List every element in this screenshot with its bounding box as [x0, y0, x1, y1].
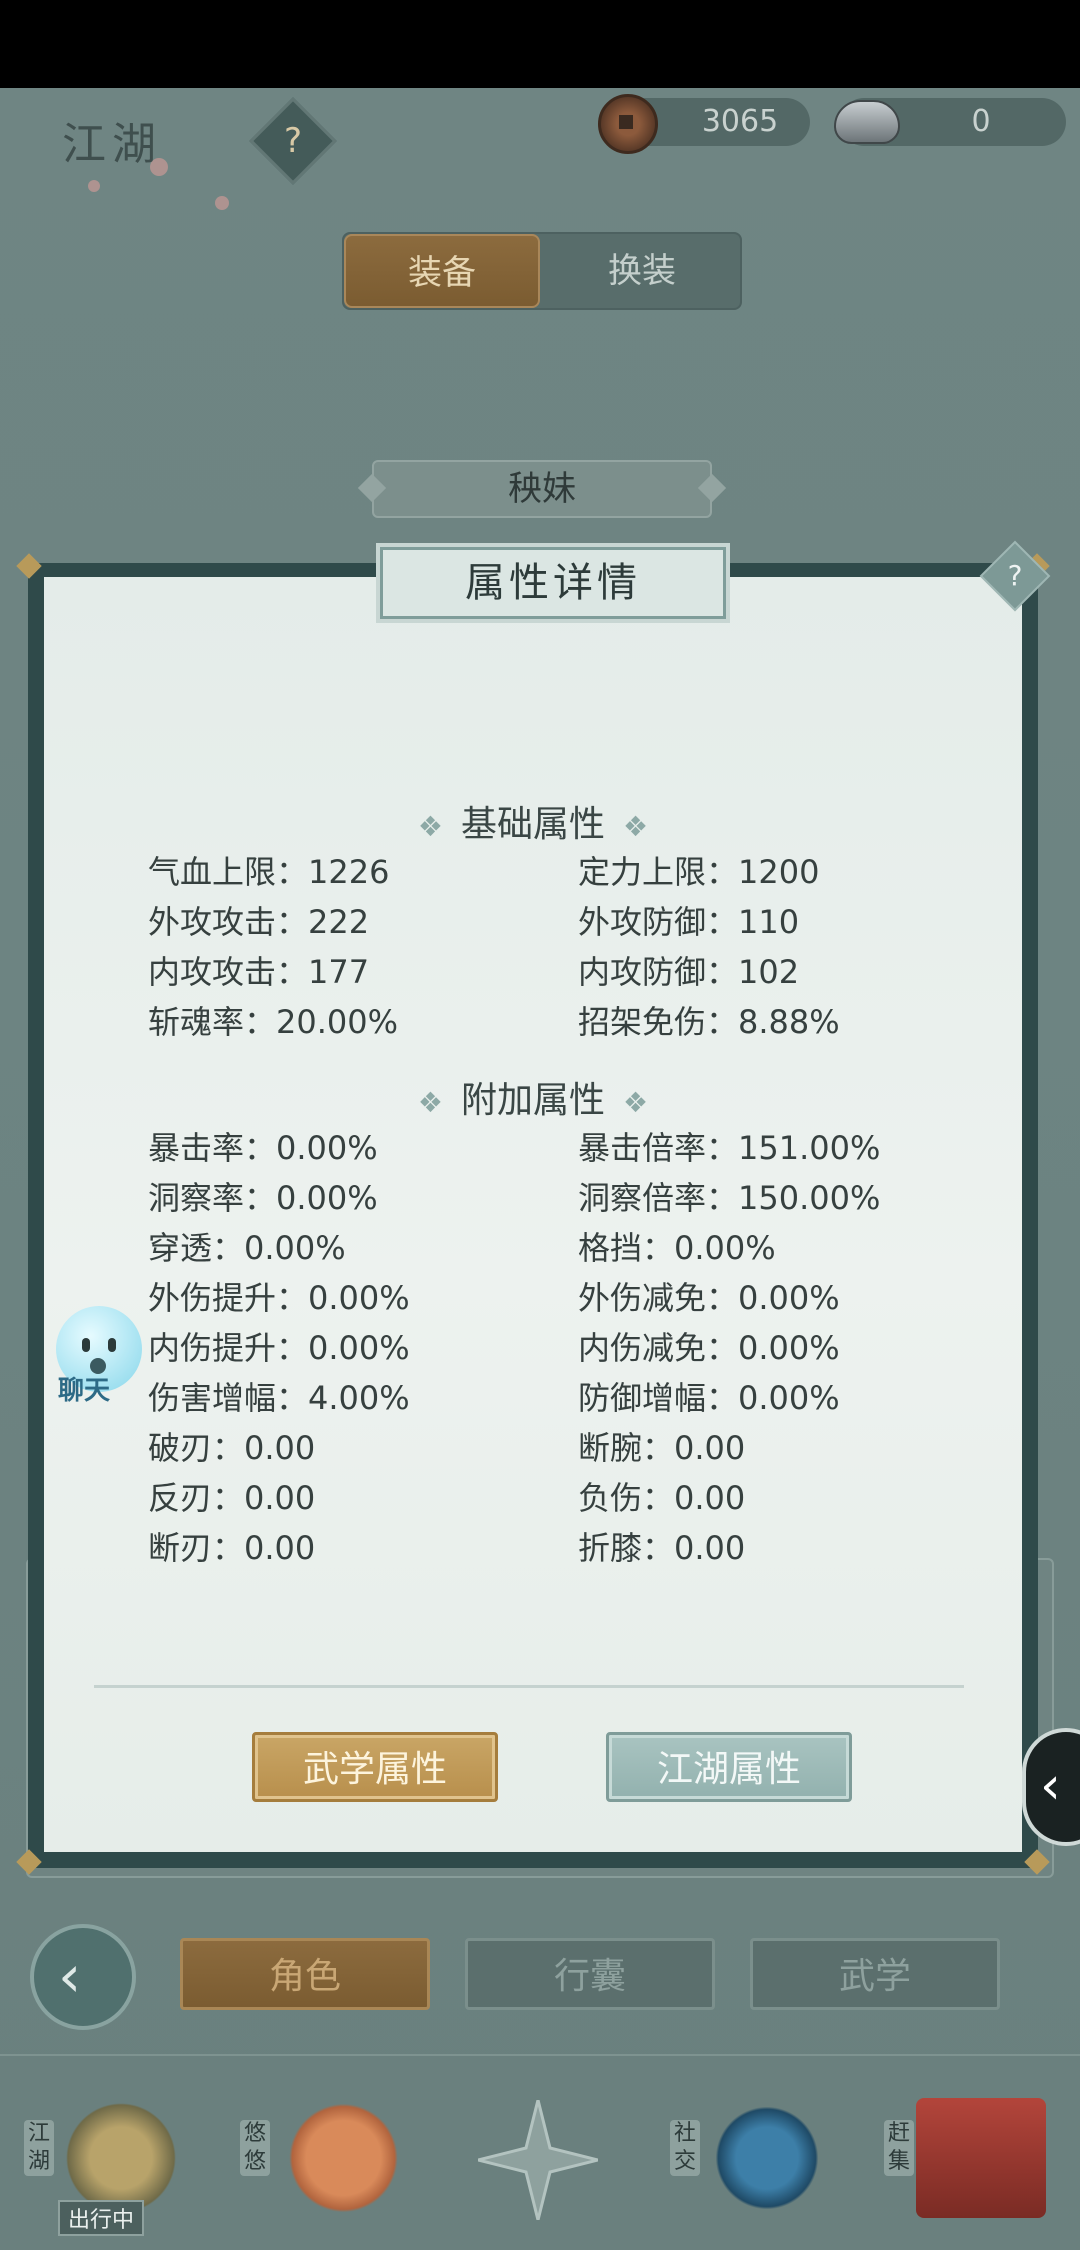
silver-currency[interactable]: 0 [834, 98, 1066, 146]
stat-item: 暴击倍率：151.00% [578, 1129, 881, 1167]
nav-inventory[interactable]: 行囊 [465, 1938, 715, 2010]
basic-attributes-title: 基础属性 [460, 804, 605, 845]
nav-martial-arts[interactable]: 武学 [750, 1938, 1000, 2010]
dock-jianghu-label: 江湖 [24, 2120, 54, 2176]
modal-help-button[interactable]: ? [979, 540, 1051, 612]
copper-coin-icon [598, 94, 658, 154]
traveling-status: 出行中 [58, 2200, 145, 2236]
divider [94, 1685, 964, 1688]
dock-market-label: 赶集 [884, 2120, 914, 2176]
back-arrow-icon: ‹ [58, 1942, 82, 2010]
stat-item: 气血上限：1226 [148, 853, 390, 891]
copper-currency[interactable]: 3065 [598, 94, 810, 154]
dock-market[interactable]: 赶集 [876, 2080, 1066, 2240]
app-root: 江湖 ? 3065 0 装备 换装 秧妹 属性详情 ? ❖ 基础属性 ❖ 气血上… [0, 88, 1080, 2250]
status-bar [0, 0, 1080, 88]
stat-item: 洞察率：0.00% [148, 1179, 378, 1217]
market-basket-icon [916, 2098, 1046, 2218]
stat-item: 外伤减免：0.00% [578, 1279, 840, 1317]
stat-item: 外攻攻击：222 [148, 903, 370, 941]
extra-attributes-heading: ❖ 附加属性 ❖ [44, 1071, 1022, 1123]
character-name: 秧妹 [372, 460, 712, 518]
corner-ornament [16, 553, 42, 579]
bottom-dock: 江湖 出行中 悠悠 社交 赶集 [0, 2054, 1080, 2250]
stat-item: 暴击率：0.00% [148, 1129, 378, 1167]
dock-social[interactable]: 社交 [662, 2080, 852, 2240]
dock-youyou[interactable]: 悠悠 [232, 2080, 422, 2240]
wave-art-icon [702, 2098, 832, 2218]
stat-item: 折膝：0.00 [578, 1529, 746, 1567]
stat-item: 破刃：0.00 [148, 1429, 316, 1467]
header: 江湖 ? 3065 0 [0, 88, 1080, 210]
silver-amount: 0 [971, 104, 991, 139]
basic-attributes-heading: ❖ 基础属性 ❖ [44, 795, 1022, 847]
mascot-eye [108, 1338, 116, 1352]
martial-attributes-button[interactable]: 武学属性 [252, 1732, 498, 1802]
stat-item: 断刃：0.00 [148, 1529, 316, 1567]
extra-attributes-title: 附加属性 [460, 1080, 605, 1121]
stat-item: 招架免伤：8.88% [578, 1003, 840, 1041]
chevron-left-icon: ‹ [1040, 1756, 1061, 1816]
question-icon: ? [1007, 559, 1023, 592]
question-icon: ? [283, 121, 303, 161]
copper-amount: 3065 [701, 104, 779, 139]
stat-item: 防御增幅：0.00% [578, 1379, 840, 1417]
modal-title: 属性详情 [380, 547, 726, 619]
modal-body: 属性详情 ? ❖ 基础属性 ❖ 气血上限：1226 定力上限：1200 外攻攻击：222… [44, 540, 1051, 1852]
blossom-decoration [88, 180, 100, 192]
tab-change-outfit[interactable]: 换装 [544, 234, 740, 308]
stat-item: 负伤：0.00 [578, 1479, 746, 1517]
stat-item: 穿透：0.00% [148, 1229, 346, 1267]
diamond-icon: ❖ [417, 810, 443, 843]
stat-item: 反刃：0.00 [148, 1479, 316, 1517]
compass-star-icon[interactable] [477, 2099, 599, 2221]
chat-button[interactable]: 聊天 [44, 1306, 148, 1410]
silver-ingot-icon [834, 100, 900, 144]
stat-item: 洞察倍率：150.00% [578, 1179, 881, 1217]
stat-item: 格挡：0.00% [578, 1229, 776, 1267]
page-title: 江湖 [62, 119, 162, 170]
back-button[interactable]: ‹ [30, 1924, 136, 2030]
mascot-eye [82, 1338, 90, 1352]
blossom-decoration [215, 196, 229, 210]
stat-item: 外伤提升：0.00% [148, 1279, 410, 1317]
stat-item: 内攻攻击：177 [148, 953, 370, 991]
stat-item: 伤害增幅：4.00% [148, 1379, 410, 1417]
stat-item: 断腕：0.00 [578, 1429, 746, 1467]
stat-item: 定力上限：1200 [578, 853, 820, 891]
equip-tabs: 装备 换装 [342, 232, 742, 310]
stat-item: 内攻防御：102 [578, 953, 800, 991]
diamond-icon: ❖ [623, 810, 649, 843]
diamond-icon: ❖ [417, 1086, 443, 1119]
stat-item: 内伤提升：0.00% [148, 1329, 410, 1367]
tab-equip[interactable]: 装备 [344, 234, 540, 308]
diamond-icon: ❖ [623, 1086, 649, 1119]
stat-item: 外攻防御：110 [578, 903, 800, 941]
swallow-art-icon [272, 2098, 402, 2218]
dock-social-label: 社交 [670, 2120, 700, 2176]
side-expand-button[interactable]: ‹ [1022, 1728, 1080, 1846]
jianghu-attributes-button[interactable]: 江湖属性 [606, 1732, 852, 1802]
nav-character[interactable]: 角色 [180, 1938, 430, 2010]
attribute-detail-modal: 属性详情 ? ❖ 基础属性 ❖ 气血上限：1226 定力上限：1200 外攻攻击：222… [16, 540, 1051, 1875]
dock-jianghu[interactable]: 江湖 出行中 [16, 2080, 206, 2240]
help-button[interactable]: ? [249, 97, 337, 185]
chat-label: 聊天 [58, 1376, 111, 1406]
stat-item: 内伤减免：0.00% [578, 1329, 840, 1367]
stat-item: 斩魂率：20.00% [148, 1003, 399, 1041]
dock-youyou-label: 悠悠 [240, 2120, 270, 2176]
